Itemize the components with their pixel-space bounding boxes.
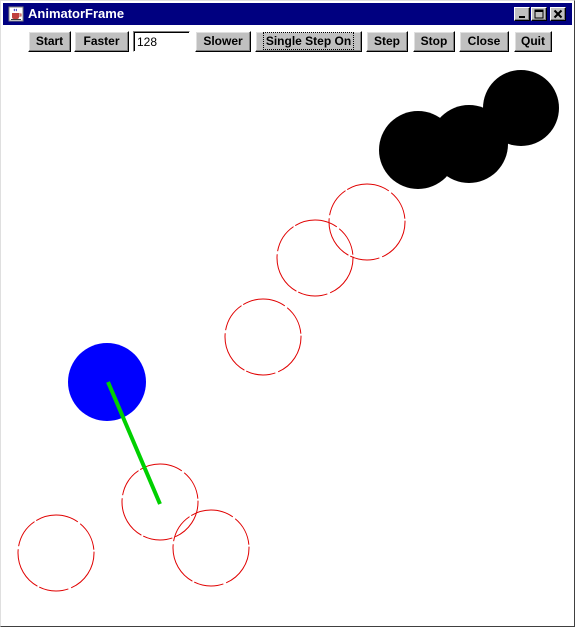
step-button[interactable]: Step [366, 31, 408, 52]
slower-button[interactable]: Slower [195, 31, 251, 52]
java-cup-icon [8, 6, 24, 22]
trail-circle [224, 298, 302, 376]
maximize-button[interactable] [531, 7, 547, 21]
stop-button[interactable]: Stop [413, 31, 455, 52]
trail-circle [172, 509, 250, 587]
slower-button-label: Slower [203, 34, 243, 48]
single-step-toggle-button[interactable]: Single Step On [255, 31, 362, 52]
trail-circle [276, 219, 354, 297]
step-button-label: Step [373, 34, 400, 48]
faster-button[interactable]: Faster [74, 31, 129, 52]
close-window-button[interactable] [550, 7, 566, 21]
quit-button-label: Quit [521, 34, 545, 48]
window-title: AnimatorFrame [28, 6, 125, 21]
faster-button-label: Faster [83, 34, 120, 48]
close-icon [553, 9, 563, 19]
animation-canvas[interactable] [2, 56, 573, 625]
quit-button[interactable]: Quit [514, 31, 552, 52]
close-button-label: Close [467, 34, 501, 48]
trail-circle [328, 183, 406, 261]
start-button-label: Start [35, 34, 64, 48]
minimize-button[interactable] [514, 7, 530, 21]
speed-field[interactable] [133, 31, 190, 52]
obstacle-disc [483, 70, 559, 146]
animator-window: AnimatorFrame Start Faster Slower [0, 0, 575, 627]
obstacle-discs [379, 70, 559, 189]
stop-button-label: Stop [420, 34, 448, 48]
title-bar[interactable]: AnimatorFrame [3, 3, 572, 25]
animation-svg [17, 70, 559, 592]
maximize-icon [534, 9, 544, 19]
trail-circle [17, 514, 95, 592]
minimize-icon [519, 16, 525, 18]
toolbar: Start Faster Slower Single Step On Step … [2, 26, 573, 56]
player-disc [68, 343, 146, 421]
single-step-button-label: Single Step On [262, 32, 355, 50]
close-button[interactable]: Close [459, 31, 509, 52]
start-button[interactable]: Start [28, 31, 71, 52]
